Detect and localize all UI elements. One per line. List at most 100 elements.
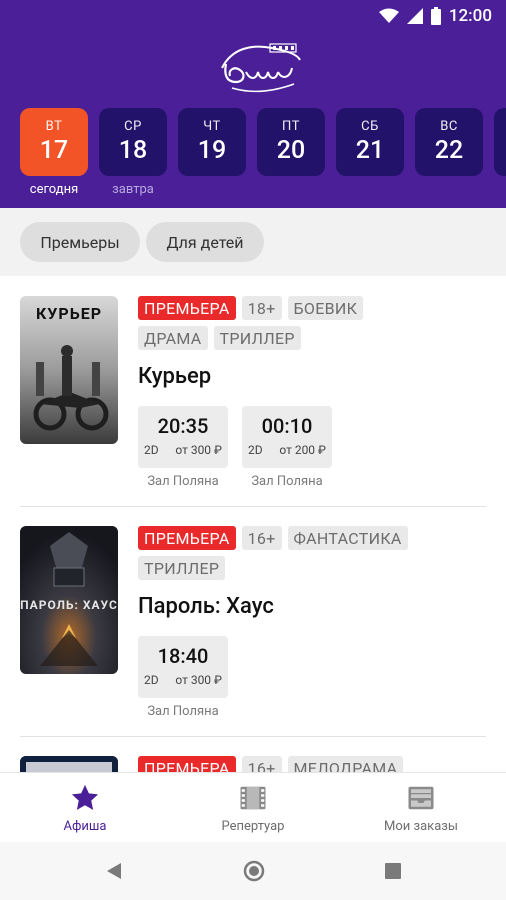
age-rating-tag: 16+ bbox=[241, 526, 282, 550]
star-icon bbox=[71, 784, 99, 810]
genre-tag: ФАНТАСТИКА bbox=[287, 526, 408, 550]
session-button[interactable]: 18:40 2D от 300 ₽ bbox=[138, 636, 228, 698]
app-header: 12:00 ВТ 17 сегодня СР 18 завтра ЧТ 19 П… bbox=[0, 0, 506, 208]
session-meta: 2D от 200 ₽ bbox=[242, 443, 332, 457]
back-icon[interactable] bbox=[105, 862, 123, 880]
poster-title: КУРЬЕР bbox=[35, 304, 103, 323]
date-day: 22 bbox=[434, 136, 464, 165]
session-time: 18:40 bbox=[157, 644, 209, 668]
date-item[interactable]: ЧТ 19 bbox=[178, 108, 246, 197]
date-weekday: ВС bbox=[440, 119, 458, 134]
session-hall: Зал Поляна bbox=[251, 474, 323, 489]
movie-poster[interactable]: ПАРОЛЬ: ХАУС bbox=[20, 526, 118, 674]
movie-poster[interactable]: КУРЬЕР bbox=[20, 296, 118, 444]
session-format: 2D bbox=[248, 443, 263, 457]
date-item[interactable]: СР 18 завтра bbox=[99, 108, 167, 197]
premiere-tag: ПРЕМЬЕРА bbox=[138, 296, 236, 320]
session-meta: 2D от 300 ₽ bbox=[138, 673, 228, 687]
session-format: 2D bbox=[144, 443, 159, 457]
age-rating-tag: 18+ bbox=[241, 296, 282, 320]
nav-orders[interactable]: Мои заказы bbox=[356, 783, 486, 834]
session-hall: Зал Поляна bbox=[147, 474, 219, 489]
movie-list: КУРЬЕР ПРЕМЬЕРА 18+ БОЕВИК ДРАМА ТРИЛЛЕР… bbox=[0, 276, 506, 772]
date-caption: сегодня bbox=[29, 182, 79, 197]
session-time: 20:35 bbox=[157, 414, 209, 438]
filter-bar: Премьеры Для детей bbox=[0, 208, 506, 276]
date-weekday: ПТ bbox=[281, 119, 301, 134]
premiere-tag: ПРЕМЬЕРА bbox=[138, 756, 236, 772]
session-slot[interactable]: 20:35 2D от 300 ₽ Зал Поляна bbox=[138, 406, 228, 489]
session-button[interactable]: 00:10 2D от 200 ₽ bbox=[242, 406, 332, 468]
session-slot[interactable]: 18:40 2D от 300 ₽ Зал Поляна bbox=[138, 636, 228, 719]
inbox-icon bbox=[408, 786, 434, 810]
nav-repertoire-label: Репертуар bbox=[221, 819, 285, 834]
session-meta: 2D от 300 ₽ bbox=[138, 443, 228, 457]
date-weekday: СР bbox=[124, 119, 142, 134]
date-day: 18 bbox=[118, 136, 148, 165]
session-time: 00:10 bbox=[261, 414, 313, 438]
bulvar-logo-icon bbox=[221, 43, 301, 93]
date-day: 20 bbox=[276, 136, 306, 165]
nav-repertoire[interactable]: Репертуар bbox=[188, 783, 318, 834]
divider bbox=[20, 736, 486, 737]
status-icons: 12:00 bbox=[378, 6, 492, 26]
movie-title[interactable]: Пароль: Хаус bbox=[138, 594, 274, 619]
poster-image-icon bbox=[20, 756, 118, 772]
date-card-partial[interactable] bbox=[494, 108, 506, 176]
movie-title[interactable]: Курьер bbox=[138, 364, 211, 389]
date-item[interactable]: ВС 22 bbox=[415, 108, 483, 197]
film-icon bbox=[240, 786, 266, 810]
wifi-icon bbox=[378, 8, 399, 23]
date-card[interactable]: ЧТ 19 bbox=[178, 108, 246, 176]
date-day: 17 bbox=[39, 136, 69, 165]
nav-afisha[interactable]: Афиша bbox=[20, 783, 150, 834]
movie-poster[interactable] bbox=[20, 756, 118, 772]
status-bar: 12:00 bbox=[0, 0, 506, 34]
age-rating-tag: 16+ bbox=[241, 756, 282, 772]
genre-tag: БОЕВИК bbox=[287, 296, 364, 320]
session-price: от 200 ₽ bbox=[279, 443, 326, 457]
date-day: 19 bbox=[197, 136, 227, 165]
date-card[interactable]: ВТ 17 bbox=[20, 108, 88, 176]
session-button[interactable]: 20:35 2D от 300 ₽ bbox=[138, 406, 228, 468]
date-selector: ВТ 17 сегодня СР 18 завтра ЧТ 19 ПТ 20 С… bbox=[20, 108, 483, 197]
poster-title: ПАРОЛЬ: ХАУС bbox=[20, 598, 118, 612]
genre-tag: ТРИЛЛЕР bbox=[138, 556, 226, 580]
session-price: от 300 ₽ bbox=[175, 443, 222, 457]
date-day: 21 bbox=[355, 136, 385, 165]
nav-afisha-label: Афиша bbox=[63, 819, 107, 834]
date-item[interactable]: СБ 21 bbox=[336, 108, 404, 197]
system-navigation-bar bbox=[0, 842, 506, 900]
premiere-tag: ПРЕМЬЕРА bbox=[138, 526, 236, 550]
status-time: 12:00 bbox=[448, 6, 492, 26]
genre-tag: ТРИЛЛЕР bbox=[213, 326, 301, 350]
genre-tag: ДРАМА bbox=[138, 326, 208, 350]
filter-chip-premieres[interactable]: Премьеры bbox=[20, 222, 140, 262]
date-card[interactable]: ВС 22 bbox=[415, 108, 483, 176]
session-slot[interactable]: 00:10 2D от 200 ₽ Зал Поляна bbox=[242, 406, 332, 489]
date-weekday: ВТ bbox=[45, 119, 63, 134]
session-format: 2D bbox=[144, 673, 159, 687]
session-price: от 300 ₽ bbox=[175, 673, 222, 687]
movie-tags: ПРЕМЬЕРА 16+ МЕЛОДРАМА bbox=[138, 756, 438, 772]
date-weekday: СБ bbox=[361, 119, 379, 134]
genre-tag: МЕЛОДРАМА bbox=[287, 756, 404, 772]
divider bbox=[20, 506, 486, 507]
home-icon[interactable] bbox=[243, 860, 265, 882]
date-card[interactable]: СБ 21 bbox=[336, 108, 404, 176]
recents-icon[interactable] bbox=[385, 863, 401, 879]
filter-chip-kids[interactable]: Для детей bbox=[146, 222, 264, 262]
movie-tags: ПРЕМЬЕРА 18+ БОЕВИК ДРАМА ТРИЛЛЕР bbox=[138, 296, 438, 350]
movie-tags: ПРЕМЬЕРА 16+ ФАНТАСТИКА ТРИЛЛЕР bbox=[138, 526, 438, 580]
date-card[interactable]: ПТ 20 bbox=[257, 108, 325, 176]
date-card[interactable]: СР 18 bbox=[99, 108, 167, 176]
date-item[interactable]: ПТ 20 bbox=[257, 108, 325, 197]
date-weekday: ЧТ bbox=[203, 119, 221, 134]
date-caption: завтра bbox=[112, 182, 154, 197]
signal-icon bbox=[406, 8, 423, 24]
battery-icon bbox=[430, 7, 441, 25]
nav-orders-label: Мои заказы bbox=[384, 819, 458, 834]
session-hall: Зал Поляна bbox=[147, 704, 219, 719]
date-item[interactable]: ВТ 17 сегодня bbox=[20, 108, 88, 197]
bottom-navigation: Афиша Репертуар Мои заказы bbox=[0, 772, 506, 842]
